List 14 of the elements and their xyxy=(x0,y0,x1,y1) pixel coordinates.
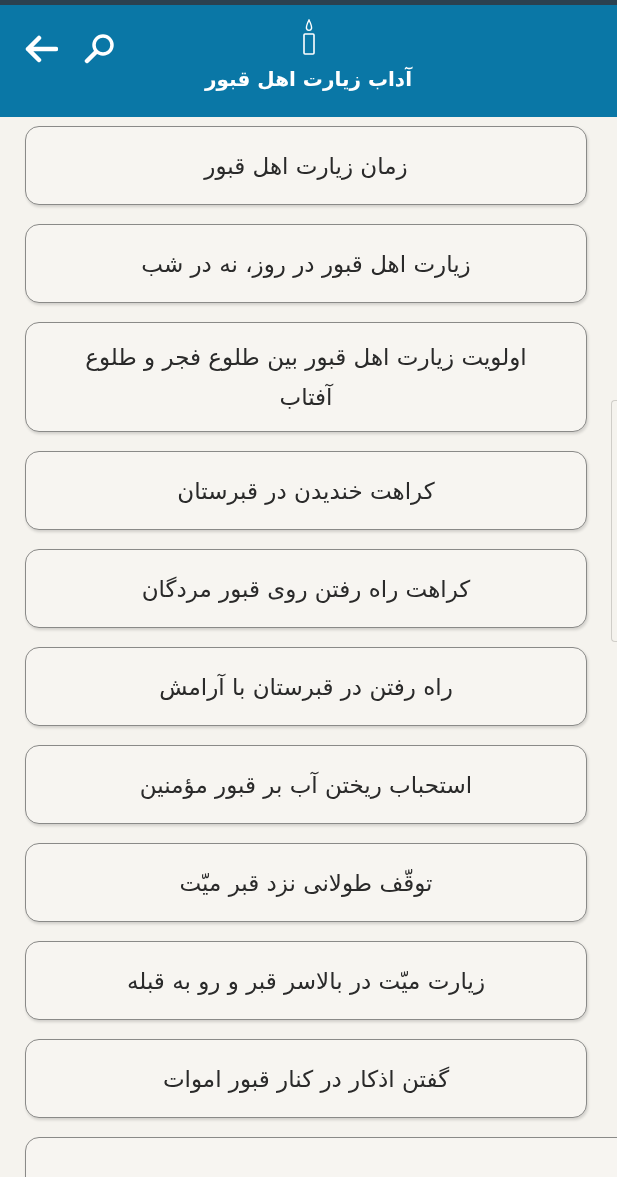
topic-list-item[interactable]: زیارت میّت در بالاسر قبر و رو به قبله xyxy=(25,941,587,1020)
search-icon[interactable] xyxy=(84,33,116,65)
topic-list-item[interactable]: توقّف طولانی نزد قبر میّت xyxy=(25,843,587,922)
candle-icon xyxy=(301,19,316,55)
topic-list-item[interactable]: زیارت اهل قبور در روز، نه در شب xyxy=(25,224,587,303)
page-title: آداب زیارت اهل قبور xyxy=(205,67,412,91)
topic-list-item[interactable]: گفتن اذکار در کنار قبور اموات xyxy=(25,1039,587,1118)
topic-list-item[interactable]: استحباب ریختن آب بر قبور مؤمنین xyxy=(25,745,587,824)
topic-list-item[interactable]: کراهت خندیدن در قبرستان xyxy=(25,451,587,530)
topic-list-item[interactable]: کراهت راه رفتن روی قبور مردگان xyxy=(25,549,587,628)
topic-list-item[interactable]: راه رفتن در قبرستان با آرامش xyxy=(25,647,587,726)
topic-list-item[interactable]: اولویت زیارت اهل قبور بین طلوع فجر و طلوع آفتاب xyxy=(25,322,587,432)
topic-list-item[interactable]: زمان زیارت اهل قبور xyxy=(25,126,587,205)
back-arrow-icon[interactable] xyxy=(24,35,58,63)
